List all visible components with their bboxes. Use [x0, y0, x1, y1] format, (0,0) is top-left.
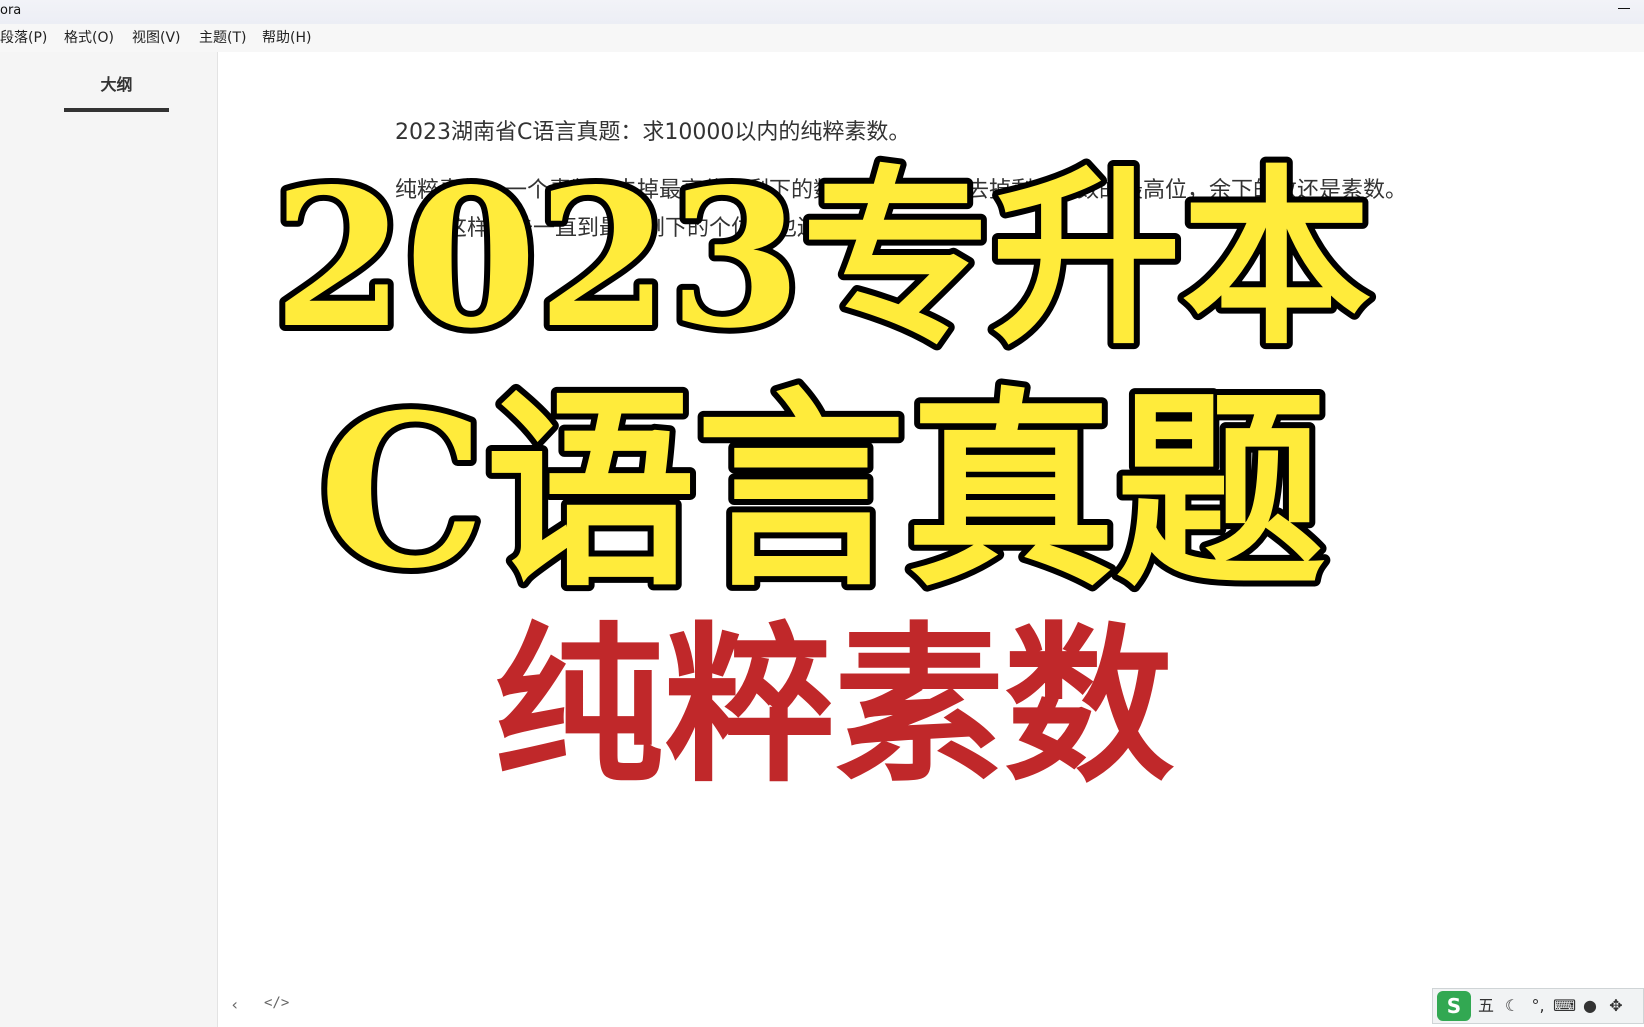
moon-icon[interactable]: ☾ — [1501, 995, 1523, 1017]
keyboard-icon[interactable]: ⌨ — [1553, 995, 1576, 1017]
overlay-title-3: 纯粹素数 — [494, 606, 1174, 806]
user-icon[interactable]: ● — [1579, 995, 1601, 1017]
menu-paragraph[interactable]: 段落(P) — [0, 24, 47, 52]
ime-toolbar: S 五 ☾ °, ⌨ ● ✥ — [1432, 988, 1644, 1024]
doc-paragraph-1: 2023湖南省C语言真题：求10000以内的纯粹素数。 — [395, 120, 911, 145]
menu-view[interactable]: 视图(V) — [132, 24, 181, 52]
doc-paragraph-2-cont: 这样下去一直到最后剩下的个位数也还是素数。 — [445, 216, 908, 241]
grid-icon[interactable]: ✥ — [1605, 995, 1627, 1017]
menu-format[interactable]: 格式(O) — [64, 24, 114, 52]
minimize-button[interactable] — [1618, 0, 1630, 14]
menu-help[interactable]: 帮助(H) — [262, 24, 311, 52]
thumbnail-overlay: 2023专升本 C语言真题 纯粹素数 — [267, 141, 1378, 806]
punctuation-icon[interactable]: °, — [1527, 995, 1549, 1017]
menu-theme[interactable]: 主题(T) — [199, 24, 246, 52]
menu-bar: 段落(P) 格式(O) 视图(V) 主题(T) 帮助(H) — [0, 24, 1644, 52]
doc-paragraph-2: 纯粹素数：一个素数，去掉最高位，剩下的数仍是素数；再去掉剩下的数的最高位，余下的… — [395, 178, 1408, 203]
sidebar: 大纲 — [0, 52, 218, 1027]
app-name: ora — [0, 3, 22, 18]
ime-logo[interactable]: S — [1437, 991, 1471, 1021]
code-icon[interactable]: </> — [264, 995, 289, 1011]
title-bar: ora — [0, 0, 1644, 24]
chevron-left-icon[interactable]: ‹ — [230, 995, 240, 1014]
overlay-title-2: C语言真题 — [318, 368, 1325, 615]
tab-outline[interactable]: 大纲 — [64, 68, 169, 112]
ime-mode[interactable]: 五 — [1475, 995, 1497, 1017]
document-body[interactable]: 2023湖南省C语言真题：求10000以内的纯粹素数。 纯粹素数：一个素数，去掉… — [395, 118, 1595, 241]
